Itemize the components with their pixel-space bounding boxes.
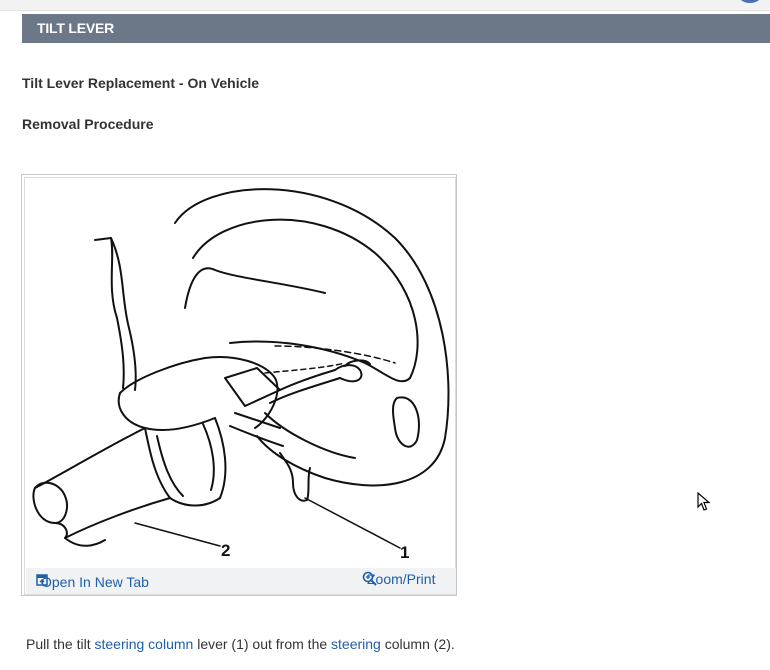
mouse-pointer-icon: [697, 491, 711, 517]
instruction-part-3: column (2).: [380, 636, 455, 652]
instruction-text: Pull the tilt steering column lever (1) …: [26, 636, 455, 652]
open-in-new-tab-label: Open In New Tab: [41, 574, 149, 590]
instruction-part-1: Pull the tilt: [26, 636, 95, 652]
profile-avatar[interactable]: [738, 0, 762, 3]
steering-column-link[interactable]: steering column: [94, 636, 193, 652]
section-title: TILT LEVER: [37, 20, 115, 36]
article-subtitle: Tilt Lever Replacement - On Vehicle: [22, 75, 260, 91]
steering-link[interactable]: steering: [331, 636, 381, 652]
procedure-heading: Removal Procedure: [22, 116, 154, 132]
figure-inner: 2 1 Open In New Tab Zoom/Print: [24, 177, 456, 595]
instruction-part-2: lever (1) out from the: [193, 636, 332, 652]
steering-column-illustration: 2 1: [32, 188, 450, 562]
callout-1: 1: [400, 543, 409, 562]
figure-frame: 2 1 Open In New Tab Zoom/Print: [21, 174, 457, 596]
browser-top-strip: [0, 0, 770, 11]
open-in-new-tab-link[interactable]: Open In New Tab: [36, 574, 149, 590]
section-header: TILT LEVER: [22, 14, 770, 43]
zoom-print-label: Zoom/Print: [367, 571, 436, 587]
figure-toolbar: Open In New Tab Zoom/Print: [26, 568, 456, 594]
callout-2: 2: [221, 541, 230, 560]
zoom-print-link[interactable]: Zoom/Print: [362, 571, 435, 587]
